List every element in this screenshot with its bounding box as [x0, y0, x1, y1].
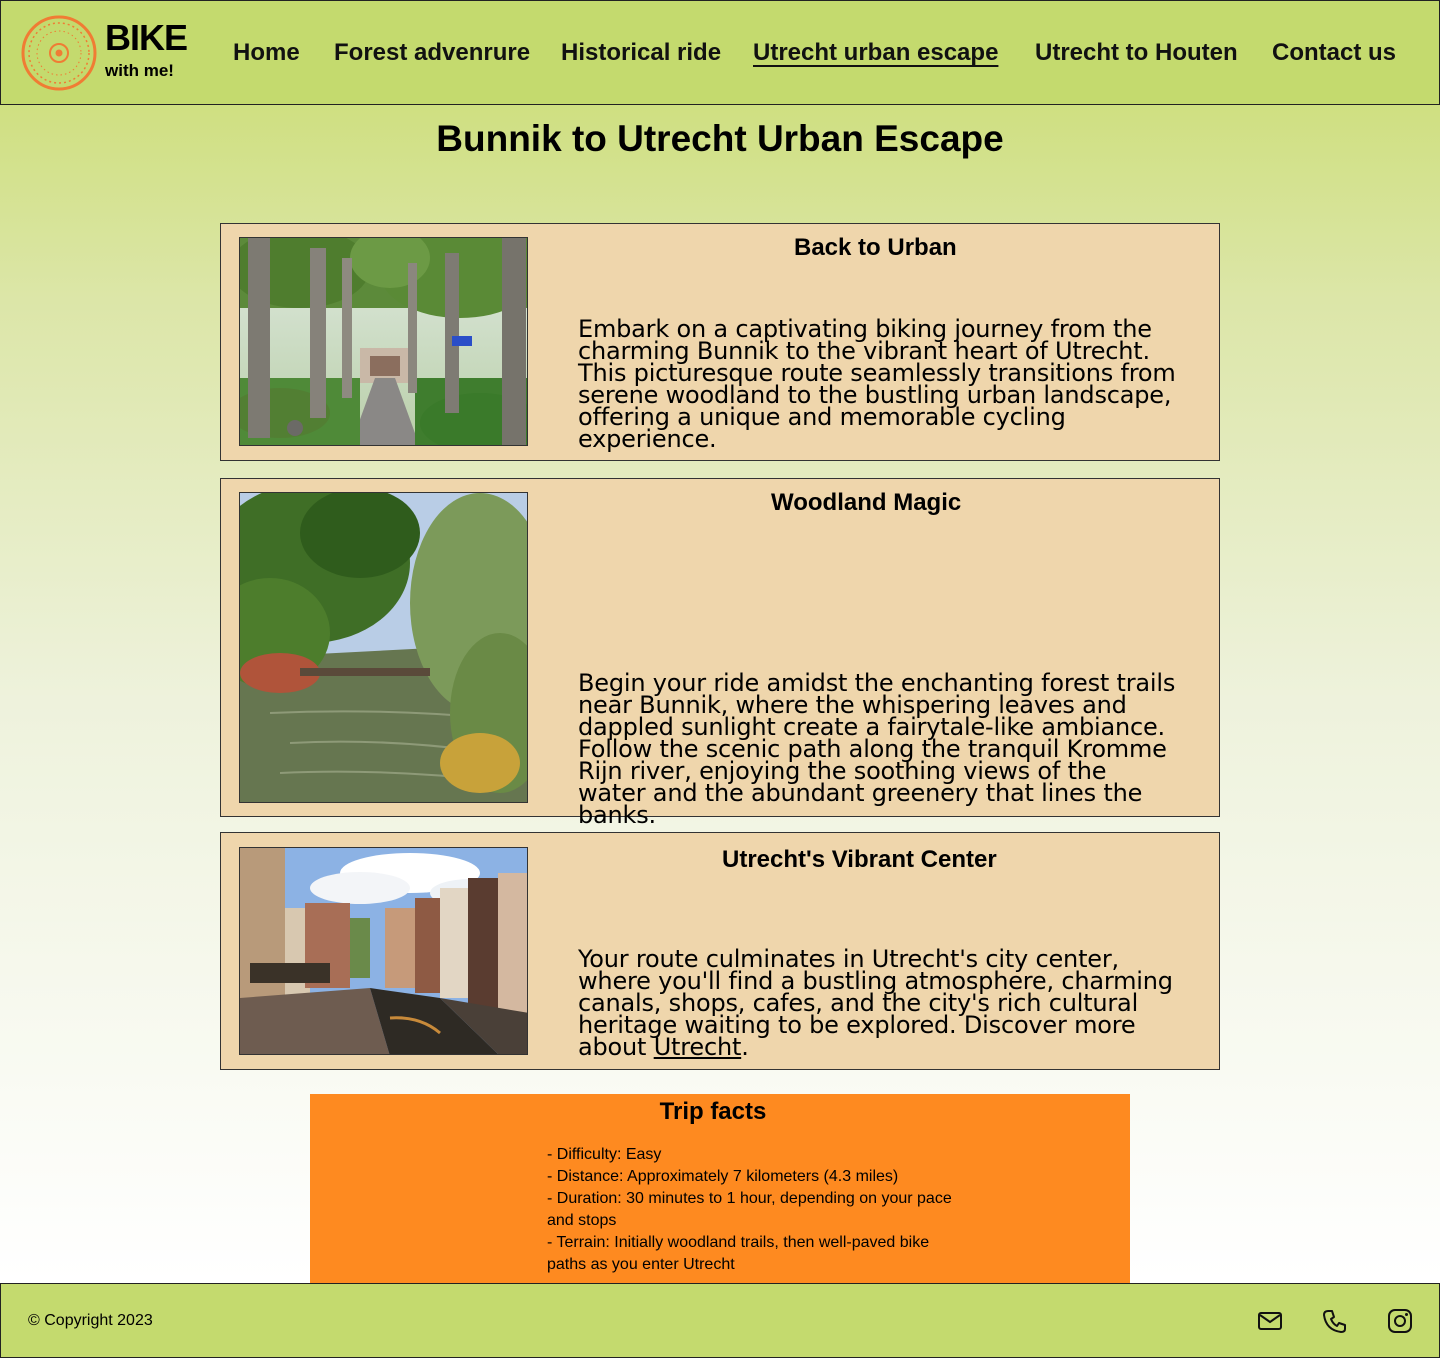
- nav-contact-us[interactable]: Contact us: [1272, 39, 1396, 67]
- card-text: Begin your ride amidst the enchanting fo…: [578, 669, 1176, 829]
- card-title: Woodland Magic: [771, 489, 962, 516]
- nav-utrecht-to-houten[interactable]: Utrecht to Houten: [1035, 39, 1238, 67]
- card-title: Utrecht's Vibrant Center: [722, 846, 997, 873]
- site-logo[interactable]: BIKE with me!: [19, 15, 188, 91]
- site-header: BIKE with me! Home Forest advenrure Hist…: [0, 0, 1440, 105]
- card-back-to-urban: Back to Urban Embark on a captivating bi…: [220, 223, 1220, 461]
- utrecht-canal-photo: [239, 847, 528, 1055]
- card-text: Your route culminates in Utrecht's city …: [578, 947, 1178, 1061]
- phone-icon[interactable]: [1322, 1308, 1348, 1334]
- trip-facts-title: Trip facts: [659, 1098, 767, 1125]
- logo-title: BIKE: [105, 17, 188, 58]
- copyright: © Copyright 2023: [28, 1312, 153, 1329]
- instagram-icon[interactable]: [1387, 1308, 1413, 1334]
- fact-terrain: - Terrain: Initially woodland trails, th…: [547, 1234, 930, 1273]
- card-text: Embark on a captivating biking journey f…: [578, 315, 1176, 453]
- bike-wheel-icon: [21, 15, 97, 91]
- mail-icon[interactable]: [1257, 1308, 1283, 1334]
- nav-forest-adventure[interactable]: Forest advenrure: [334, 39, 530, 67]
- nav-utrecht-urban-escape[interactable]: Utrecht urban escape: [753, 39, 998, 67]
- card-woodland-magic: Woodland Magic Begin your ride amidst th…: [220, 478, 1220, 827]
- card-utrecht-vibrant-center: Utrecht's Vibrant Center Your route culm…: [220, 832, 1220, 1070]
- card-title: Back to Urban: [794, 234, 957, 261]
- fact-duration: - Duration: 30 minutes to 1 hour, depend…: [547, 1190, 952, 1229]
- utrecht-link[interactable]: Utrecht: [654, 1033, 742, 1061]
- river-woodland-photo: [239, 492, 528, 803]
- card-text-end: .: [741, 1033, 749, 1061]
- fact-distance: - Distance: Approximately 7 kilometers (…: [547, 1168, 899, 1185]
- nav-historical-ride[interactable]: Historical ride: [561, 39, 721, 67]
- page-title: Bunnik to Utrecht Urban Escape: [436, 118, 1004, 159]
- nav-home[interactable]: Home: [233, 39, 300, 67]
- fact-difficulty: - Difficulty: Easy: [547, 1146, 662, 1163]
- trip-facts: Trip facts - Difficulty: Easy - Distance…: [310, 1094, 1130, 1286]
- trip-facts-list: - Difficulty: Easy - Distance: Approxima…: [547, 1144, 967, 1276]
- site-footer: © Copyright 2023: [0, 1283, 1440, 1358]
- tree-lined-path-photo: [239, 237, 528, 446]
- logo-subtitle: with me!: [105, 61, 174, 80]
